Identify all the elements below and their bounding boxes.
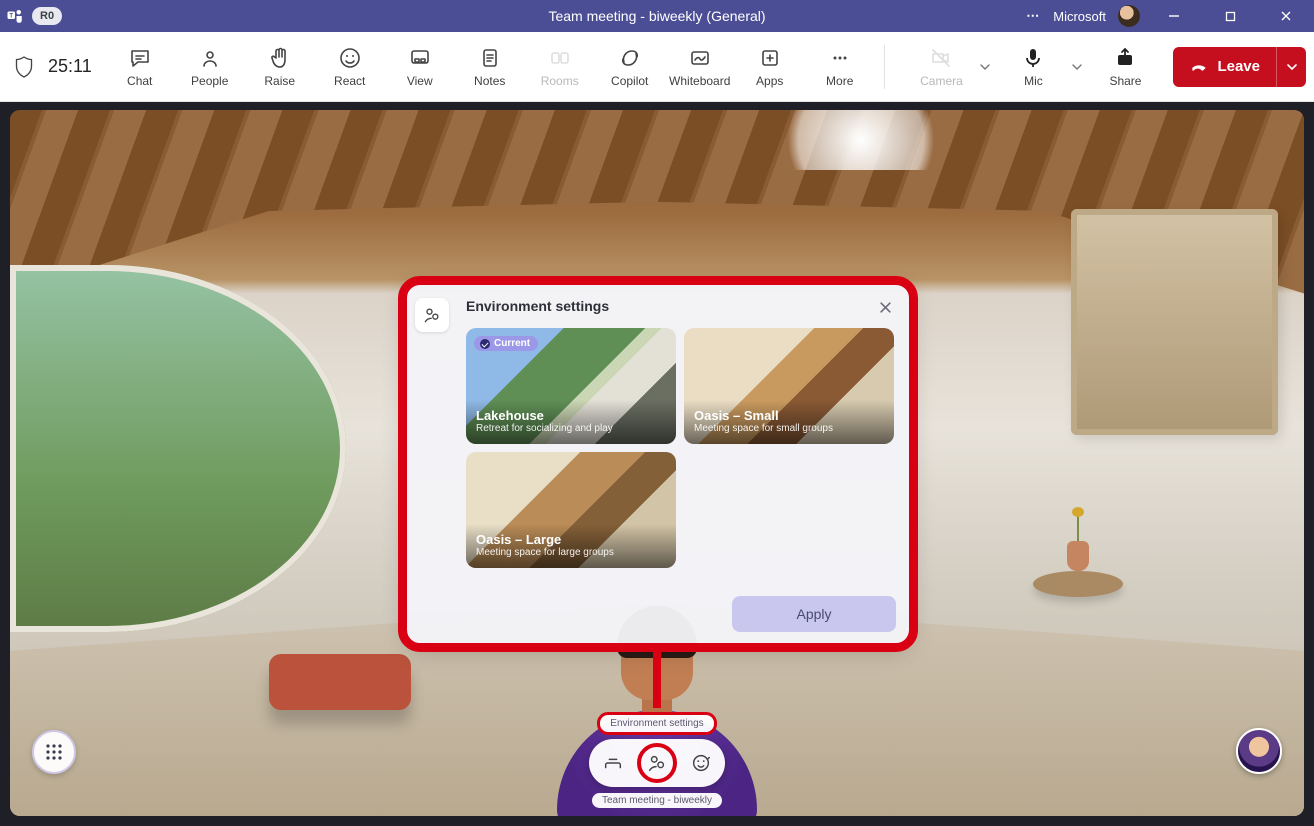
environment-settings-dialog: Environment settings Current LakehouseRet… bbox=[406, 284, 910, 644]
toolbar-camera[interactable]: Camera bbox=[907, 37, 975, 97]
titlebar-more-icon[interactable]: ⋯ bbox=[1026, 8, 1041, 24]
environment-settings-button[interactable] bbox=[637, 743, 677, 783]
toolbar-raise[interactable]: Raise bbox=[246, 37, 314, 97]
view-icon bbox=[408, 46, 432, 70]
reactions-button[interactable] bbox=[681, 743, 721, 783]
seat-icon bbox=[602, 752, 624, 774]
notes-icon bbox=[478, 46, 502, 70]
space-action-pill bbox=[589, 739, 725, 787]
toolbar-react[interactable]: React bbox=[316, 37, 384, 97]
toolbar-apps[interactable]: Apps bbox=[736, 37, 804, 97]
teams-logo-icon: T bbox=[6, 7, 24, 25]
side-table-decor bbox=[1033, 571, 1123, 661]
chat-icon bbox=[128, 46, 152, 70]
smile-icon bbox=[690, 752, 712, 774]
environment-icon bbox=[646, 752, 668, 774]
environment-card-name: Oasis – Large bbox=[476, 532, 666, 547]
rooms-icon bbox=[548, 46, 572, 70]
chevron-down-icon bbox=[1072, 64, 1082, 70]
raise-hand-icon bbox=[268, 46, 292, 70]
toolbar-share[interactable]: Share bbox=[1091, 37, 1159, 97]
meeting-toolbar: 25:11 Chat People Raise React View Notes bbox=[0, 32, 1314, 102]
environment-settings-tooltip: Environment settings bbox=[597, 712, 716, 735]
more-icon bbox=[828, 46, 852, 70]
window-title: Team meeting - biweekly (General) bbox=[548, 8, 765, 24]
user-avatar[interactable] bbox=[1118, 5, 1140, 27]
org-label: Microsoft bbox=[1053, 9, 1106, 24]
toolbar-whiteboard[interactable]: Whiteboard bbox=[666, 37, 734, 97]
environment-card-desc: Meeting space for large groups bbox=[476, 547, 666, 558]
skylight-decor bbox=[761, 110, 961, 170]
toolbar-mic[interactable]: Mic bbox=[999, 37, 1067, 97]
callout-connector bbox=[653, 648, 661, 708]
mic-options-chevron[interactable] bbox=[1067, 47, 1087, 87]
chevron-down-icon bbox=[1287, 64, 1297, 70]
window-close-button[interactable] bbox=[1264, 0, 1308, 32]
wall-art-decor bbox=[1071, 209, 1278, 435]
leave-button[interactable]: Leave bbox=[1173, 47, 1306, 87]
close-icon bbox=[879, 301, 892, 314]
app-grid-button[interactable] bbox=[32, 730, 76, 774]
dialog-close-button[interactable] bbox=[874, 296, 896, 318]
toolbar-divider bbox=[884, 45, 885, 89]
environment-card[interactable]: Oasis – LargeMeeting space for large gro… bbox=[466, 452, 676, 568]
toolbar-copilot[interactable]: Copilot bbox=[596, 37, 664, 97]
window-minimize-button[interactable] bbox=[1152, 0, 1196, 32]
mic-icon bbox=[1021, 46, 1045, 70]
environment-card-desc: Retreat for socializing and play bbox=[476, 423, 666, 434]
whiteboard-icon bbox=[688, 46, 712, 70]
seat-button[interactable] bbox=[593, 743, 633, 783]
meeting-timer: 25:11 bbox=[48, 56, 92, 77]
apps-icon bbox=[758, 46, 782, 70]
ottoman-decor bbox=[269, 654, 411, 710]
camera-off-icon bbox=[929, 46, 953, 70]
svg-text:T: T bbox=[9, 14, 13, 20]
toolbar-rooms[interactable]: Rooms bbox=[526, 37, 594, 97]
environment-card[interactable]: Current LakehouseRetreat for socializing … bbox=[466, 328, 676, 444]
hangup-icon bbox=[1189, 57, 1209, 77]
dialog-title: Environment settings bbox=[466, 298, 896, 314]
environment-card-desc: Meeting space for small groups bbox=[694, 423, 884, 434]
toolbar-chat[interactable]: Chat bbox=[106, 37, 174, 97]
chevron-down-icon bbox=[980, 64, 990, 70]
environment-card[interactable]: Oasis – SmallMeeting space for small gro… bbox=[684, 328, 894, 444]
toolbar-more[interactable]: More bbox=[806, 37, 874, 97]
window-maximize-button[interactable] bbox=[1208, 0, 1252, 32]
toolbar-notes[interactable]: Notes bbox=[456, 37, 524, 97]
react-icon bbox=[338, 46, 362, 70]
copilot-icon bbox=[618, 46, 642, 70]
r0-badge: R0 bbox=[32, 7, 62, 25]
people-icon bbox=[198, 46, 222, 70]
toolbar-people[interactable]: People bbox=[176, 37, 244, 97]
shield-icon bbox=[14, 55, 34, 79]
leave-options-chevron[interactable] bbox=[1276, 47, 1306, 87]
environment-card-name: Lakehouse bbox=[476, 408, 666, 423]
environment-card-name: Oasis – Small bbox=[694, 408, 884, 423]
grid-icon bbox=[45, 743, 63, 761]
window-titlebar: T R0 Team meeting - biweekly (General) ⋯… bbox=[0, 0, 1314, 32]
dialog-side-tab[interactable] bbox=[415, 298, 449, 332]
window-left-decor bbox=[10, 265, 346, 632]
meeting-name-chip: Team meeting - biweekly bbox=[592, 793, 722, 808]
camera-options-chevron[interactable] bbox=[975, 47, 995, 87]
apply-button[interactable]: Apply bbox=[732, 596, 896, 632]
environment-icon bbox=[422, 305, 442, 325]
current-chip: Current bbox=[474, 336, 538, 351]
toolbar-view[interactable]: View bbox=[386, 37, 454, 97]
participant-avatar-bubble[interactable] bbox=[1236, 728, 1282, 774]
share-icon bbox=[1113, 46, 1137, 70]
